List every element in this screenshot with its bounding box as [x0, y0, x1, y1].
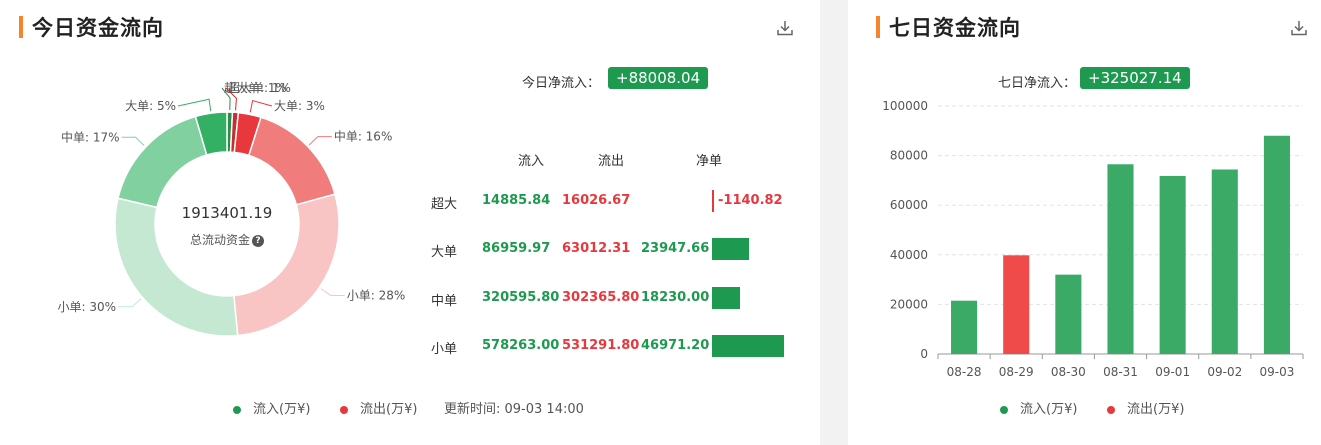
bar[interactable] — [951, 300, 978, 354]
row-out-value: 16026.67 — [562, 193, 631, 208]
header-net: 净单 — [696, 154, 723, 169]
row-net-bar — [712, 238, 749, 260]
today-net-label: 今日净流入： — [522, 76, 601, 91]
donut-leader-line — [249, 100, 273, 113]
row-out-value: 531291.80 — [562, 338, 640, 353]
legend-in-text: 流入(万¥) — [253, 402, 311, 417]
bar[interactable] — [1003, 255, 1030, 354]
seven-day-net-badge: +325027.14 — [1080, 67, 1190, 89]
x-tick-label: 09-01 — [1155, 365, 1190, 379]
seven-day-net-label: 七日净流入： — [998, 76, 1077, 91]
legend-in-text: 流入(万¥) — [1020, 402, 1078, 417]
donut-slice-label: 超大单: 1% — [228, 80, 291, 95]
question-circle-icon[interactable]: ? — [252, 234, 264, 247]
donut-slice-label: 小单: 30% — [57, 300, 116, 314]
donut-slice-label: 大单: 3% — [274, 99, 325, 113]
row-label: 超大 — [431, 197, 458, 212]
title-accent-bar — [876, 16, 880, 38]
donut-slice-label: 中单: 16% — [334, 129, 393, 144]
header-out: 流出 — [598, 154, 625, 169]
row-in-value: 578263.00 — [482, 338, 560, 353]
row-net-bar — [712, 190, 714, 212]
y-tick-label: 80000 — [890, 149, 928, 163]
row-net-bar — [712, 335, 784, 357]
row-label: 小单 — [431, 342, 458, 357]
donut-leader-line — [320, 288, 345, 296]
x-tick-label: 09-02 — [1207, 365, 1242, 379]
x-tick-label: 08-31 — [1103, 365, 1138, 379]
header-in: 流入 — [518, 154, 545, 169]
download-icon[interactable] — [1290, 19, 1308, 37]
x-tick-label: 09-03 — [1259, 365, 1294, 379]
today-net-badge: +88008.04 — [608, 67, 709, 89]
donut-leader-line — [177, 98, 212, 112]
row-out-value: 63012.31 — [562, 241, 631, 256]
y-tick-label: 20000 — [890, 297, 928, 311]
x-tick-label: 08-28 — [947, 365, 982, 379]
donut-leader-line — [121, 136, 145, 146]
legend-in[interactable]: 流入(万¥) — [233, 398, 310, 417]
update-time: 更新时间: 09-03 14:00 — [444, 402, 584, 417]
today-fund-flow-panel: 今日资金流向 超大单: 1% 超大单: 1% 大单: 3% 中单: 16% 小单: 28… — [0, 0, 820, 445]
bar[interactable] — [1263, 135, 1290, 354]
row-label: 中单 — [431, 294, 458, 309]
bar[interactable] — [1107, 164, 1134, 354]
x-tick-label: 08-29 — [999, 365, 1034, 379]
today-title: 今日资金流向 — [32, 16, 164, 40]
bar[interactable] — [1055, 274, 1082, 354]
y-tick-label: 100000 — [882, 99, 928, 113]
legend-out-text: 流出(万¥) — [1127, 402, 1185, 417]
row-in-value: 14885.84 — [482, 193, 551, 208]
row-label: 大单 — [431, 245, 458, 260]
donut-leader-line — [118, 298, 142, 308]
donut-slice[interactable] — [247, 116, 336, 206]
total-fund-label-text: 总流动资金 — [189, 233, 250, 247]
bar[interactable] — [1211, 169, 1238, 354]
donut-slice[interactable] — [117, 115, 208, 209]
legend-out-text: 流出(万¥) — [360, 402, 418, 417]
fund-distribution-donut-chart: 超大单: 1%超大单: 1%大单: 3%中单: 16%小单: 28%小单: 30… — [57, 80, 406, 337]
y-tick-label: 60000 — [890, 198, 928, 212]
seven-day-title: 七日资金流向 — [889, 16, 1021, 40]
legend-out[interactable]: 流出(万¥) — [340, 398, 417, 417]
legend-in[interactable]: 流入(万¥) — [1000, 398, 1077, 417]
y-tick-label: 40000 — [890, 248, 928, 262]
donut-slice-label: 小单: 28% — [347, 288, 406, 302]
row-out-value: 302365.80 — [562, 290, 640, 305]
seven-day-fund-flow-panel: 七日资金流向 七日净流入： +325027.14 0 20000 40000 6000… — [848, 0, 1321, 445]
donut-slice-label: 大单: 5% — [125, 99, 176, 113]
legend-out-dot — [340, 405, 348, 414]
donut-slice-label: 中单: 17% — [61, 129, 120, 144]
row-in-value: 320595.80 — [482, 290, 560, 305]
row-net-bar — [712, 287, 740, 309]
x-tick-label: 08-30 — [1051, 365, 1086, 379]
bar[interactable] — [1159, 175, 1186, 354]
donut-leader-line — [308, 136, 332, 146]
total-fund-label: 总流动资金? — [154, 231, 300, 248]
y-tick-label: 0 — [920, 347, 928, 361]
legend-out[interactable]: 流出(万¥) — [1107, 398, 1184, 417]
legend-in-dot — [233, 405, 241, 414]
row-net-value: 46971.20 — [641, 338, 710, 353]
row-net-value: 18230.00 — [641, 290, 710, 305]
row-in-value: 86959.97 — [482, 241, 551, 256]
legend-in-dot — [1000, 405, 1008, 414]
row-net-value: 23947.66 — [641, 241, 710, 256]
download-icon[interactable] — [776, 19, 794, 37]
seven-day-bar-chart: 0 20000 40000 60000 80000 100000 08-28 08-29 08-… — [882, 99, 1304, 379]
title-accent-bar — [19, 16, 23, 38]
legend-out-dot — [1107, 405, 1115, 414]
total-fund-value: 1913401.19 — [181, 204, 273, 222]
row-net-value: -1140.82 — [718, 193, 783, 208]
